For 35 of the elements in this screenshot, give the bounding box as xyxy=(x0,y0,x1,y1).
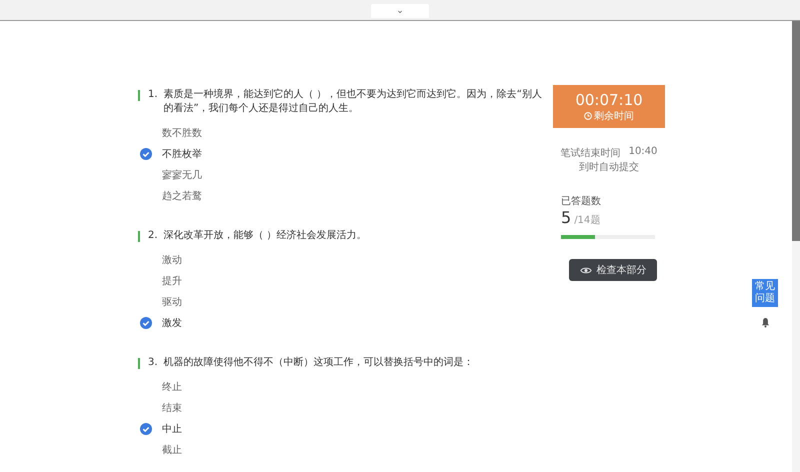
option-label[interactable]: 寥寥无几 xyxy=(162,168,202,182)
question-marker xyxy=(138,90,140,101)
question-marker xyxy=(138,358,140,369)
timer-label: 剩余时间 xyxy=(594,110,634,122)
option-label[interactable]: 不胜枚举 xyxy=(162,146,202,160)
help-button[interactable]: 常见问题 xyxy=(752,279,778,307)
option-label[interactable]: 激动 xyxy=(162,252,182,266)
option-label[interactable]: 截止 xyxy=(162,442,182,456)
collapse-button[interactable]: ⌄ xyxy=(371,4,429,18)
eye-icon xyxy=(580,266,592,274)
check-section-button[interactable]: 检查本部分 xyxy=(569,259,657,281)
question-text: 深化改革开放，能够（ ）经济社会发展活力。 xyxy=(164,229,367,243)
option-label[interactable]: 驱动 xyxy=(162,294,182,308)
total-count: /14题 xyxy=(574,214,600,227)
option-label[interactable]: 数不胜数 xyxy=(162,126,202,140)
progress-label: 已答题数 xyxy=(561,195,602,208)
clock-icon xyxy=(584,112,592,120)
question-number: 3. xyxy=(148,357,158,368)
end-time: 10:40 xyxy=(628,146,658,159)
option-label[interactable]: 终止 xyxy=(162,380,182,394)
end-time-label: 笔试结束时间 xyxy=(560,146,621,160)
timer-value: 00:07:10 xyxy=(575,90,643,108)
auto-submit-note: 到时自动提交 xyxy=(578,160,640,174)
question-number: 1. xyxy=(148,89,158,100)
option-label[interactable]: 提升 xyxy=(162,274,182,288)
option-label[interactable]: 中止 xyxy=(162,422,182,436)
option-label[interactable]: 激发 xyxy=(162,316,182,330)
question-text: 机器的故障使得他不得不（中断）这项工作，可以替换括号中的词是： xyxy=(164,356,474,370)
option-label[interactable]: 结束 xyxy=(162,400,182,414)
question-marker xyxy=(138,231,140,242)
option-label[interactable]: 趋之若鹜 xyxy=(162,188,202,202)
question-number: 2. xyxy=(148,230,158,241)
bell-icon xyxy=(761,317,770,328)
question-text: 素质是一种境界，能达到它的人（ ），但也不要为达到它而达到它。因为，除去“别人的看法”，我们每个人还是得过自己的人生。 xyxy=(164,88,543,116)
answered-count: 5 xyxy=(561,208,572,227)
